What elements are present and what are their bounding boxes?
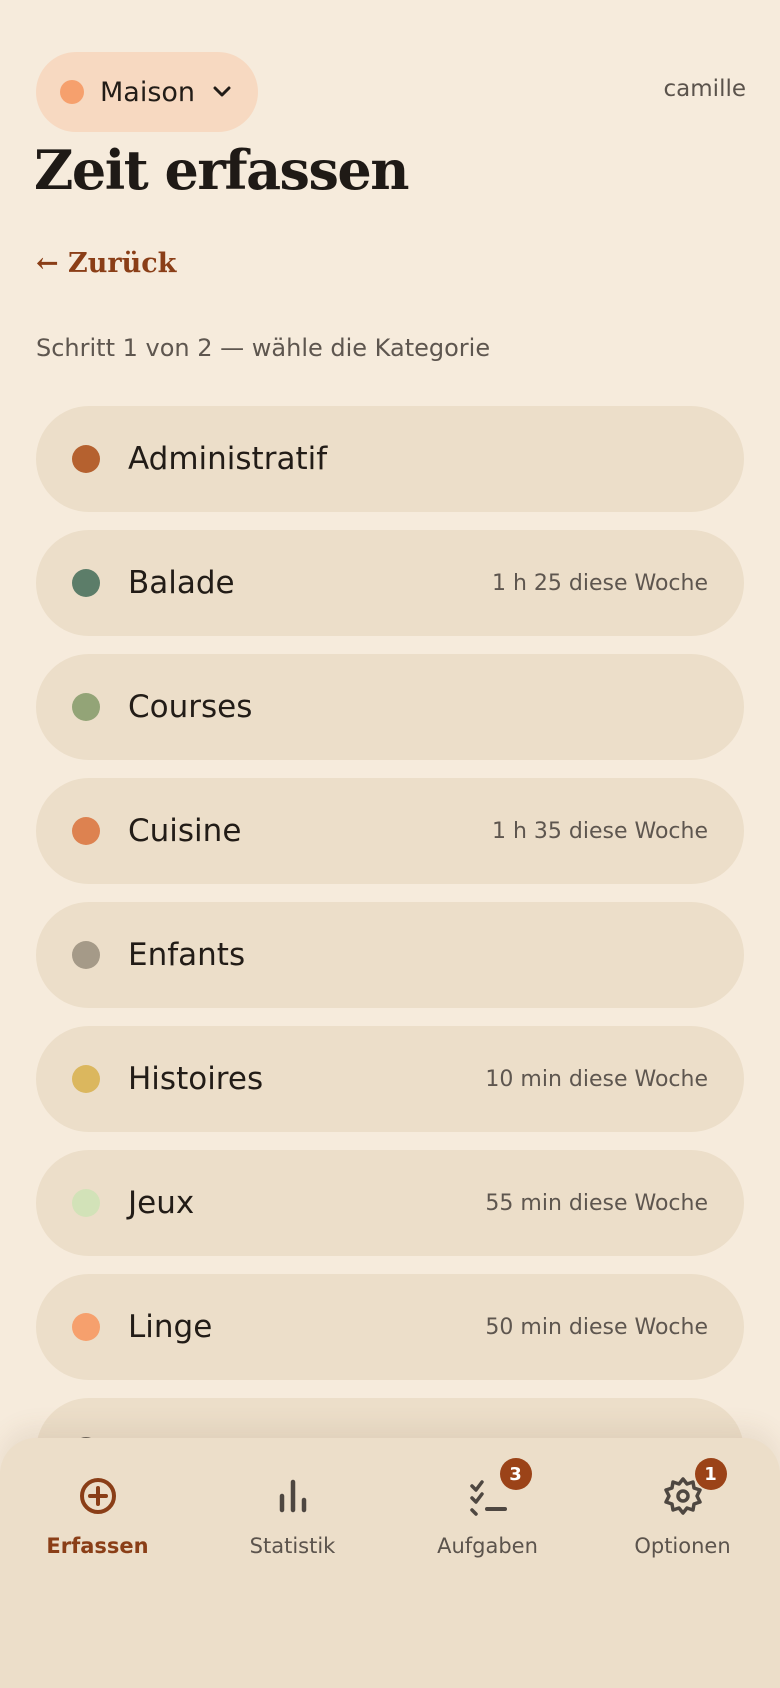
bottom-navigation: Erfassen Statistik 3 Aufgaben 1 Optionen [0,1438,780,1688]
username[interactable]: camille [664,76,746,102]
category-color-dot [72,445,100,473]
category-color-dot [72,1313,100,1341]
category-list: Administratif Balade 1 h 25 diese Woche Cou… [36,406,744,1522]
category-item[interactable]: Courses [36,654,744,760]
category-item[interactable]: Enfants [36,902,744,1008]
plus-circle-icon [74,1472,122,1520]
category-weekly-time: 55 min diese Woche [485,1190,708,1216]
category-item[interactable]: Histoires 10 min diese Woche [36,1026,744,1132]
category-item[interactable]: Balade 1 h 25 diese Woche [36,530,744,636]
category-color-dot [72,693,100,721]
category-item[interactable]: Administratif [36,406,744,512]
category-weekly-time: 1 h 35 diese Woche [491,818,708,844]
tasks-count-badge: 3 [499,1458,532,1490]
category-name: Histoires [128,1061,264,1097]
nav-label-optionen: Optionen [634,1534,731,1558]
category-weekly-time: 10 min diese Woche [485,1066,708,1092]
category-item[interactable]: Linge 50 min diese Woche [36,1274,744,1380]
nav-label-statistik: Statistik [249,1534,336,1558]
options-count-badge: 1 [694,1458,727,1490]
category-name: Courses [128,689,253,725]
category-color-dot [72,817,100,845]
household-name: Maison [100,76,196,108]
page-title: Zeit erfassen [34,138,409,202]
category-weekly-time: 50 min diese Woche [485,1314,708,1340]
checklist-icon: 3 [464,1458,532,1520]
category-name: Administratif [128,441,328,477]
category-name: Balade [128,565,235,601]
category-color-dot [72,1189,100,1217]
gear-icon: 1 [659,1458,727,1520]
category-name: Cuisine [128,813,242,849]
category-name: Enfants [128,937,246,973]
app-screen: Maison camille Zeit erfassen ← Zurück Sc… [0,0,780,1688]
nav-label-erfassen: Erfassen [46,1534,149,1558]
category-name: Linge [128,1309,213,1345]
category-weekly-time: 1 h 25 diese Woche [491,570,708,596]
category-item[interactable]: Jeux 55 min diese Woche [36,1150,744,1256]
category-name: Jeux [128,1185,195,1221]
nav-item-optionen[interactable]: 1 Optionen [585,1458,780,1558]
back-button[interactable]: ← Zurück [36,248,176,279]
household-color-dot [60,80,84,104]
chevron-down-icon [211,81,233,103]
bar-chart-icon [269,1472,317,1520]
nav-item-erfassen[interactable]: Erfassen [0,1472,195,1558]
nav-item-statistik[interactable]: Statistik [195,1472,390,1558]
step-instruction: Schritt 1 von 2 — wähle die Kategorie [36,334,491,362]
category-color-dot [72,941,100,969]
household-switcher[interactable]: Maison [36,52,258,132]
nav-item-aufgaben[interactable]: 3 Aufgaben [390,1458,585,1558]
category-color-dot [72,1065,100,1093]
category-color-dot [72,569,100,597]
nav-label-aufgaben: Aufgaben [437,1534,538,1558]
category-item[interactable]: Cuisine 1 h 35 diese Woche [36,778,744,884]
